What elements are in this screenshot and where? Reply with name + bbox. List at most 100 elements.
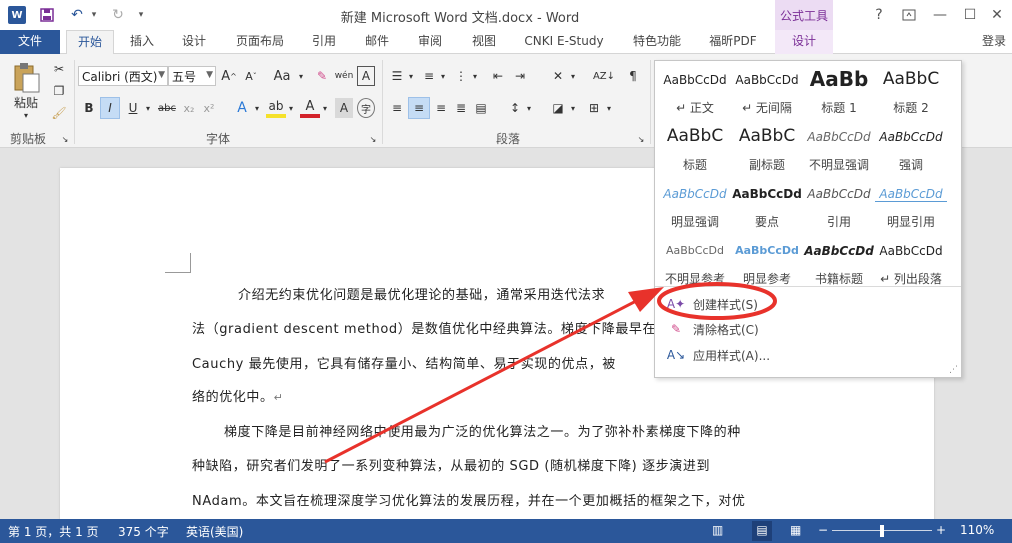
text-effects-dropdown-icon[interactable]: ▾	[252, 98, 262, 118]
chevron-down-icon[interactable]: ▼	[158, 70, 165, 80]
maximize-button[interactable]: ☐	[958, 4, 982, 26]
align-right-icon[interactable]: ≡	[432, 98, 450, 118]
resize-grip-icon[interactable]: ⋰	[949, 365, 958, 375]
numbering-icon[interactable]: ≡	[420, 66, 438, 86]
underline-dropdown-icon[interactable]: ▾	[143, 98, 153, 118]
style-strong[interactable]: AaBbCcDd 要点	[731, 177, 803, 233]
document-line[interactable]: 络的优化中。↵	[192, 386, 283, 405]
tab-foxit-pdf[interactable]: 福昕PDF	[700, 30, 766, 54]
cut-icon[interactable]: ✂	[50, 60, 68, 78]
style-intense-quote[interactable]: AaBbCcDd 明显引用	[875, 177, 947, 233]
shading-dropdown-icon[interactable]: ▾	[568, 98, 578, 118]
highlight-icon[interactable]: ab	[266, 98, 286, 118]
document-line[interactable]: 梯度下降是目前神经网络中使用最为广泛的优化算法之一。为了弥补朴素梯度下降的种	[224, 421, 741, 440]
font-color-dropdown-icon[interactable]: ▾	[320, 98, 330, 118]
change-case-button[interactable]: Aa	[270, 66, 294, 86]
tab-review[interactable]: 审阅	[408, 30, 452, 54]
character-shading-icon[interactable]: A	[335, 98, 353, 118]
borders-icon[interactable]: ⊞	[584, 98, 604, 118]
tab-page-layout[interactable]: 页面布局	[228, 30, 292, 54]
tab-equation-design[interactable]: 设计	[775, 30, 833, 54]
style-heading-2[interactable]: AaBbC 标题 2	[875, 63, 947, 119]
paragraph-launcher-icon[interactable]: ↘	[636, 134, 646, 144]
style-subtle-emphasis[interactable]: AaBbCcDd 不明显强调	[803, 120, 875, 176]
document-line[interactable]: Cauchy 最先使用，它具有储存量小、结构简单、易于实现的优点，被	[192, 353, 616, 372]
line-spacing-icon[interactable]: ↕	[506, 98, 524, 118]
align-left-icon[interactable]: ≡	[388, 98, 406, 118]
zoom-slider-thumb[interactable]	[880, 525, 884, 537]
decrease-indent-icon[interactable]: ⇤	[488, 66, 508, 86]
tab-design[interactable]: 设计	[172, 30, 216, 54]
copy-icon[interactable]: ❐	[50, 82, 68, 100]
tab-special-features[interactable]: 特色功能	[622, 30, 692, 54]
shading-icon[interactable]: ◪	[548, 98, 568, 118]
multilevel-list-icon[interactable]: ⋮	[452, 66, 470, 86]
bullets-icon[interactable]: ☰	[388, 66, 406, 86]
word-count[interactable]: 375 个字	[118, 523, 169, 540]
style-heading-1[interactable]: AaBb 标题 1	[803, 63, 875, 119]
print-layout-icon[interactable]: ▤	[752, 521, 772, 541]
text-effects-icon[interactable]: A	[232, 98, 252, 118]
zoom-out-button[interactable]: −	[818, 523, 828, 537]
ribbon-display-icon[interactable]	[898, 4, 920, 26]
underline-button[interactable]: U	[124, 98, 142, 118]
tab-references[interactable]: 引用	[302, 30, 346, 54]
style-title[interactable]: AaBbC 标题	[659, 120, 731, 176]
subscript-button[interactable]: x₂	[180, 98, 198, 118]
line-spacing-dropdown-icon[interactable]: ▾	[524, 98, 534, 118]
grow-font-button[interactable]: A ^	[220, 66, 238, 86]
clipboard-launcher-icon[interactable]: ↘	[60, 134, 70, 144]
style-intense-reference[interactable]: AaBbCcDd 明显参考	[731, 234, 803, 290]
multilevel-dropdown-icon[interactable]: ▾	[470, 66, 480, 86]
close-button[interactable]: ✕	[986, 4, 1008, 26]
login-link[interactable]: 登录	[976, 30, 1012, 54]
style-subtle-reference[interactable]: AaBbCcDd 不明显参考	[659, 234, 731, 290]
chevron-down-icon[interactable]: ▼	[206, 70, 213, 80]
tab-cnki-estudy[interactable]: CNKI E-Study	[516, 30, 612, 54]
tab-file[interactable]: 文件	[0, 30, 60, 54]
tab-mailings[interactable]: 邮件	[355, 30, 399, 54]
document-line[interactable]: NAdam。本文旨在梳理深度学习优化算法的发展历程，并在一个更加概括的框架之下，…	[192, 490, 745, 509]
highlight-dropdown-icon[interactable]: ▾	[286, 98, 296, 118]
font-launcher-icon[interactable]: ↘	[368, 134, 378, 144]
phonetic-guide-button[interactable]: wén	[334, 66, 354, 86]
tab-insert[interactable]: 插入	[120, 30, 164, 54]
show-marks-icon[interactable]: ¶	[624, 66, 642, 86]
style-normal[interactable]: AaBbCcDd ↵ 正文	[659, 63, 731, 119]
document-line[interactable]: 法（gradient descent method）是数值优化中经典算法。梯度下…	[192, 318, 656, 337]
create-style-menu-item[interactable]: A✦ 创建样式(S)	[659, 292, 957, 316]
justify-icon[interactable]: ≣	[452, 98, 470, 118]
borders-dropdown-icon[interactable]: ▾	[604, 98, 614, 118]
numbering-dropdown-icon[interactable]: ▾	[438, 66, 448, 86]
read-mode-icon[interactable]: ▥	[712, 523, 723, 537]
style-no-spacing[interactable]: AaBbCcDd ↵ 无间隔	[731, 63, 803, 119]
style-list-paragraph[interactable]: AaBbCcDd ↵ 列出段落	[875, 234, 947, 290]
paste-icon[interactable]	[8, 60, 44, 96]
paste-button[interactable]: 粘贴	[10, 94, 42, 110]
help-button[interactable]: ?	[868, 4, 890, 26]
style-emphasis[interactable]: AaBbCcDd 强调	[875, 120, 947, 176]
bullets-dropdown-icon[interactable]: ▾	[406, 66, 416, 86]
chinese-layout-dropdown-icon[interactable]: ▾	[568, 66, 578, 86]
chinese-layout-icon[interactable]: ✕	[548, 66, 568, 86]
strikethrough-button[interactable]: abc	[156, 98, 178, 118]
document-line[interactable]: 种缺陷，研究者们发明了一系列变种算法，从最初的 SGD (随机梯度下降) 逐步演…	[192, 455, 710, 474]
minimize-button[interactable]: —	[928, 4, 952, 26]
enclose-characters-icon[interactable]: 字	[357, 98, 375, 118]
web-layout-icon[interactable]: ▦	[790, 523, 801, 537]
paste-dropdown-icon[interactable]: ▾	[20, 110, 32, 120]
align-center-icon[interactable]: ≡	[408, 97, 430, 119]
tab-view[interactable]: 视图	[462, 30, 506, 54]
style-intense-emphasis[interactable]: AaBbCcDd 明显强调	[659, 177, 731, 233]
font-color-icon[interactable]: A	[300, 98, 320, 118]
zoom-level[interactable]: 110%	[960, 523, 994, 537]
character-border-icon[interactable]: A	[357, 66, 375, 86]
clear-formatting-icon[interactable]: ✎	[312, 66, 332, 86]
style-quote[interactable]: AaBbCcDd 引用	[803, 177, 875, 233]
clear-formatting-menu-item[interactable]: ✎ 清除格式(C)	[659, 317, 957, 341]
superscript-button[interactable]: x²	[200, 98, 218, 118]
increase-indent-icon[interactable]: ⇥	[510, 66, 530, 86]
document-line[interactable]: 介绍无约束优化问题是最优化理论的基础，通常采用迭代法求	[238, 284, 605, 303]
font-size-combo[interactable]: 五号 ▼	[168, 66, 216, 86]
zoom-in-button[interactable]: +	[936, 523, 946, 537]
